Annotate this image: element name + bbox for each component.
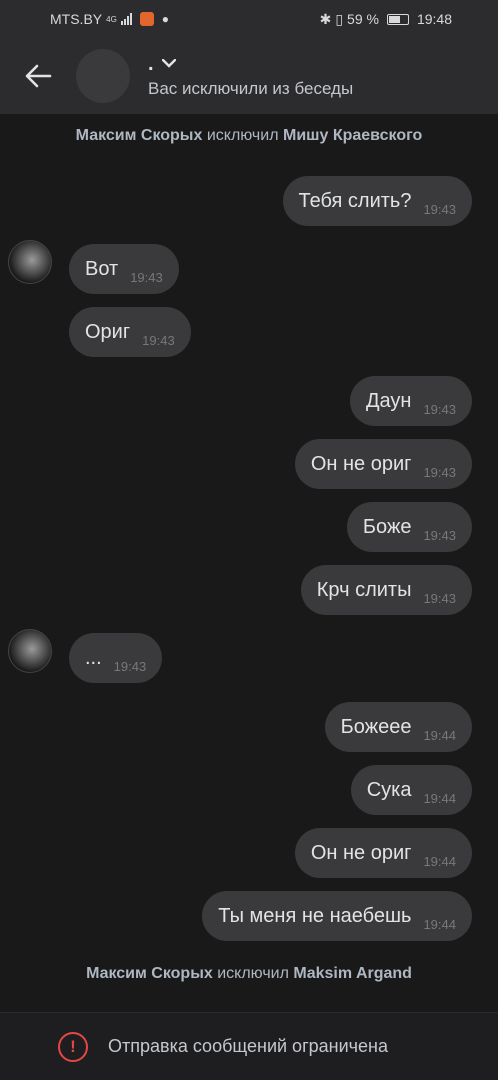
message-text: Он не ориг xyxy=(310,841,412,864)
sender-avatar[interactable] xyxy=(8,240,52,284)
message-outgoing[interactable]: Тебя слить? 19:43 xyxy=(282,176,472,226)
message-text: Ты меня не наебешь xyxy=(218,904,412,927)
message-incoming[interactable]: Вот 19:43 xyxy=(69,244,179,294)
message-text: Даун xyxy=(365,389,412,412)
message-outgoing[interactable]: Крч слиты 19:43 xyxy=(300,565,472,615)
system-actor[interactable]: Максим Скорых xyxy=(86,965,213,982)
vibrate-icon: ▯ xyxy=(335,10,344,27)
system-message: Максим Скорых исключил Мишу Краевского xyxy=(0,127,498,145)
arrow-left-icon[interactable] xyxy=(0,38,76,114)
message-time: 19:44 xyxy=(423,853,456,869)
message-time: 19:43 xyxy=(423,590,456,606)
message-outgoing[interactable]: Ты меня не наебешь 19:44 xyxy=(202,891,472,941)
message-text: Крч слиты xyxy=(316,578,412,601)
signal-icon xyxy=(120,13,132,25)
warning-icon: ! xyxy=(58,1031,88,1062)
chat-avatar[interactable] xyxy=(76,49,130,103)
message-outgoing[interactable]: Он не ориг 19:44 xyxy=(294,828,472,878)
carrier-label: MTS.BY xyxy=(50,11,103,27)
app-notification-icon xyxy=(139,12,154,26)
message-time: 19:43 xyxy=(423,201,456,217)
chevron-down-icon[interactable] xyxy=(161,53,176,75)
status-bar: MTS.BY 4G ● ✱ ▯ 59 % 19:48 xyxy=(0,0,498,38)
message-text: Он не ориг xyxy=(310,452,412,475)
clock: 19:48 xyxy=(416,11,452,27)
network-type: 4G xyxy=(106,14,117,24)
chat-title[interactable]: . xyxy=(148,53,353,75)
status-bar-left: MTS.BY 4G ● xyxy=(50,11,169,27)
message-outgoing[interactable]: Божеее 19:44 xyxy=(324,702,472,752)
restriction-footer: ! Отправка сообщений ограничена xyxy=(0,1012,498,1080)
message-text: ... xyxy=(85,646,102,669)
message-text: Божеее xyxy=(340,715,412,738)
message-outgoing[interactable]: Он не ориг 19:43 xyxy=(294,439,472,489)
message-outgoing[interactable]: Боже 19:43 xyxy=(346,502,472,552)
message-incoming[interactable]: ... 19:43 xyxy=(69,633,163,683)
system-message: Максим Скорых исключил Maksim Argand xyxy=(0,965,498,983)
message-time: 19:44 xyxy=(423,916,456,932)
message-time: 19:43 xyxy=(113,658,147,674)
chat-title-text: . xyxy=(148,53,154,75)
sender-avatar[interactable] xyxy=(8,629,52,673)
system-action: исключил xyxy=(206,127,279,144)
message-time: 19:43 xyxy=(142,332,175,348)
system-target[interactable]: Мишу Краевского xyxy=(283,127,422,144)
message-time: 19:43 xyxy=(423,401,456,417)
battery-percent: 59 % xyxy=(347,11,379,27)
message-time: 19:44 xyxy=(423,790,456,806)
chat-subtitle: Вас исключили из беседы xyxy=(148,79,354,98)
system-target[interactable]: Maksim Argand xyxy=(293,965,412,982)
message-time: 19:43 xyxy=(423,464,456,480)
message-time: 19:43 xyxy=(423,527,456,543)
restriction-text: Отправка сообщений ограничена xyxy=(108,1036,388,1056)
message-text: Вот xyxy=(85,257,119,280)
bluetooth-icon: ✱ xyxy=(319,10,332,27)
message-text: Ориг xyxy=(85,320,131,343)
message-text: Боже xyxy=(362,515,412,538)
system-actor[interactable]: Максим Скорых xyxy=(76,127,203,144)
message-outgoing[interactable]: Даун 19:43 xyxy=(349,376,472,426)
system-action: исключил xyxy=(217,965,289,982)
chat-header: . Вас исключили из беседы xyxy=(0,38,498,114)
status-bar-right: ✱ ▯ 59 % 19:48 xyxy=(320,11,452,28)
chat-title-block[interactable]: . Вас исключили из беседы xyxy=(148,53,353,99)
chat-notification-icon: ● xyxy=(161,12,170,26)
message-time: 19:44 xyxy=(423,727,456,743)
message-text: Сука xyxy=(366,778,412,801)
message-text: Тебя слить? xyxy=(298,189,412,212)
battery-icon xyxy=(386,13,409,25)
message-incoming[interactable]: Ориг 19:43 xyxy=(69,307,191,357)
message-outgoing[interactable]: Сука 19:44 xyxy=(350,765,472,815)
message-time: 19:43 xyxy=(130,269,163,285)
